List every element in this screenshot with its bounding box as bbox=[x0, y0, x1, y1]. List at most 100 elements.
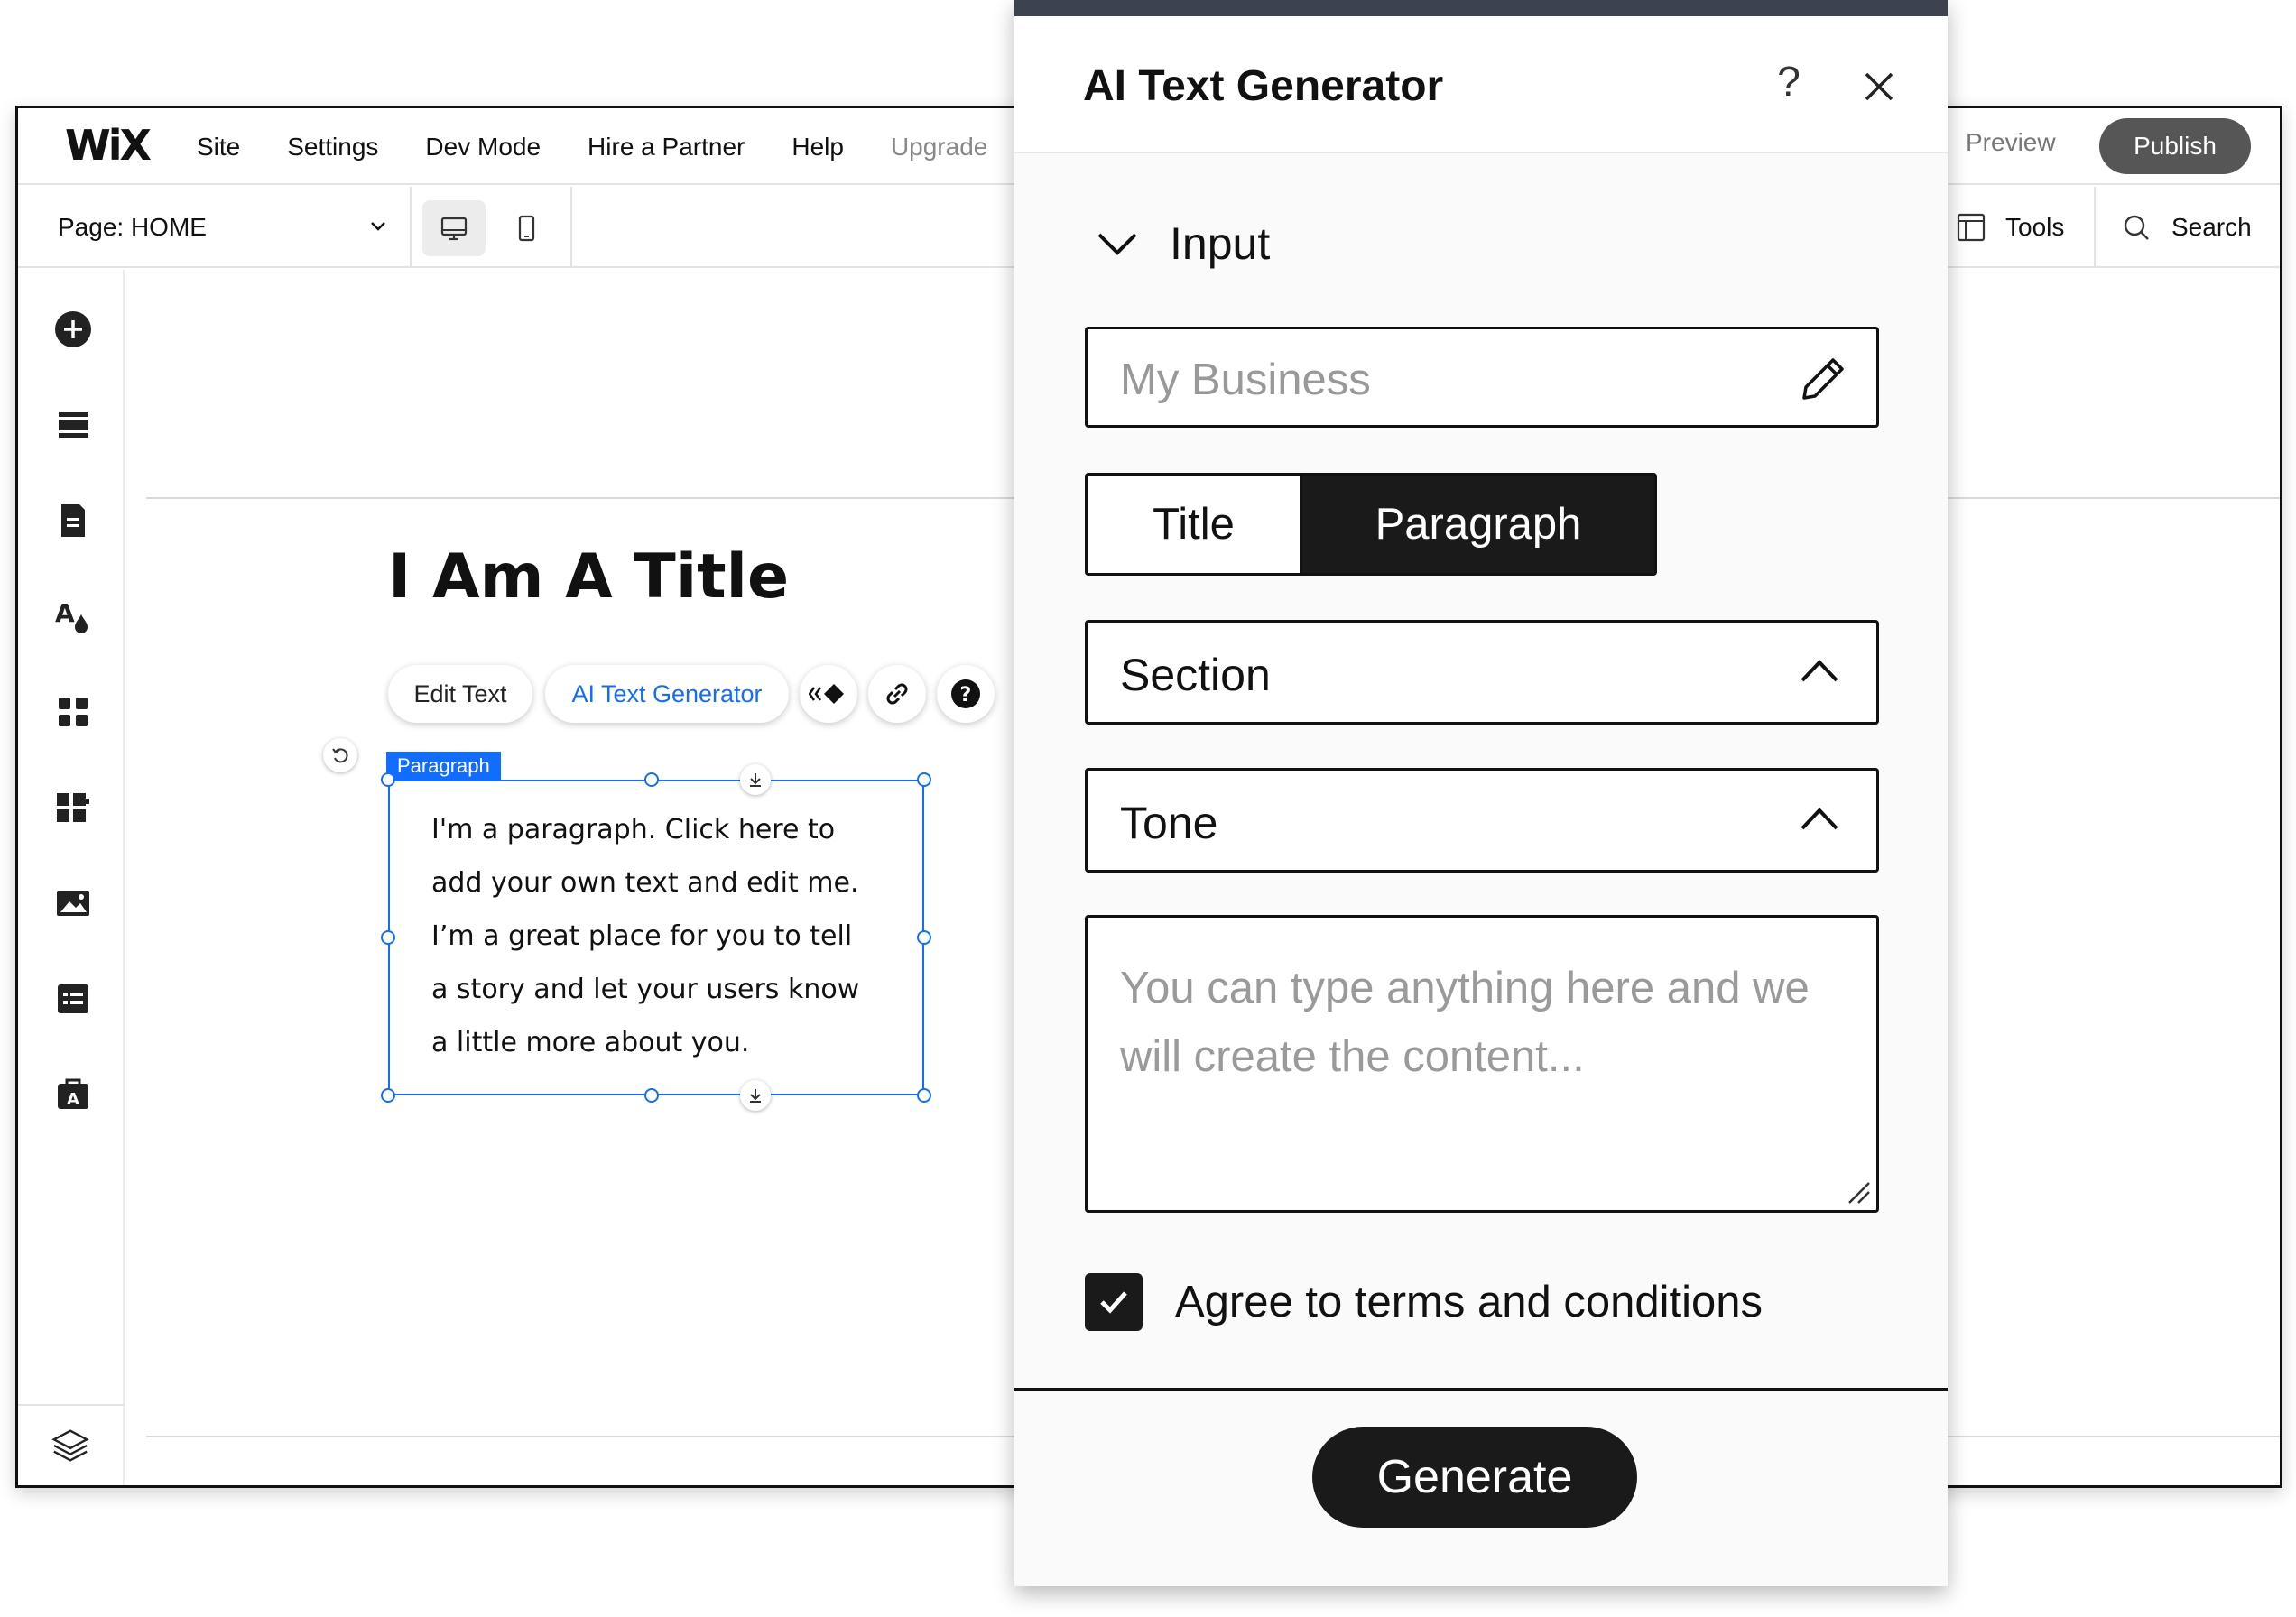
toolbar-divider bbox=[570, 187, 572, 268]
resize-handle[interactable] bbox=[644, 1088, 659, 1103]
tone-dropdown[interactable]: Tone bbox=[1085, 768, 1879, 873]
resize-handle[interactable] bbox=[381, 1088, 395, 1103]
business-name-placeholder: My Business bbox=[1120, 356, 1371, 404]
tone-dropdown-label: Tone bbox=[1120, 798, 1218, 848]
resize-handle[interactable] bbox=[644, 772, 659, 787]
type-option-title[interactable]: Title bbox=[1088, 476, 1302, 573]
chevron-up-icon bbox=[1801, 808, 1838, 830]
content-type-toggle: Title Paragraph bbox=[1085, 473, 1657, 576]
desktop-icon bbox=[440, 217, 468, 241]
menu-hire-a-partner[interactable]: Hire a Partner bbox=[588, 133, 745, 162]
mobile-view-button[interactable] bbox=[495, 200, 558, 256]
search-label: Search bbox=[2171, 213, 2252, 241]
chevron-up-icon bbox=[1801, 660, 1838, 682]
link-button[interactable] bbox=[868, 665, 926, 723]
toolbar-divider bbox=[2094, 187, 2096, 268]
animation-icon bbox=[809, 684, 844, 704]
tools-label: Tools bbox=[2005, 213, 2065, 241]
portfolio-icon[interactable]: A bbox=[53, 1075, 93, 1114]
rotate-icon bbox=[332, 748, 348, 763]
section-dropdown-label: Section bbox=[1120, 650, 1271, 700]
resize-handle[interactable] bbox=[917, 1088, 931, 1103]
page-name: HOME bbox=[130, 213, 207, 241]
stretch-handle-bottom[interactable] bbox=[740, 1080, 771, 1111]
menu-site[interactable]: Site bbox=[197, 133, 240, 162]
animation-button[interactable] bbox=[800, 665, 857, 723]
panel-title: AI Text Generator bbox=[1083, 62, 1444, 110]
toolbar-divider bbox=[410, 187, 412, 268]
page-selector[interactable]: Page: HOME bbox=[58, 187, 385, 268]
svg-text:?: ? bbox=[960, 684, 972, 707]
svg-text:A: A bbox=[67, 1090, 79, 1109]
layers-icon[interactable] bbox=[51, 1426, 90, 1465]
prompt-textarea[interactable]: You can type anything here and we will c… bbox=[1085, 915, 1879, 1213]
checkmark-icon bbox=[1100, 1291, 1127, 1314]
svg-text:A: A bbox=[55, 598, 75, 628]
edit-text-button[interactable]: Edit Text bbox=[388, 665, 532, 723]
download-arrow-icon bbox=[750, 1089, 761, 1103]
ai-text-generator-panel: AI Text Generator ? Input My Business Ti… bbox=[1014, 0, 1948, 1586]
left-sidebar: A A bbox=[18, 270, 125, 1485]
page-prefix: Page: bbox=[58, 213, 125, 241]
paragraph-line: a story and let your users know bbox=[431, 974, 860, 1005]
panel-header: AI Text Generator ? bbox=[1014, 16, 1948, 153]
top-menu: Site Settings Dev Mode Hire a Partner He… bbox=[197, 108, 987, 185]
resize-handle[interactable] bbox=[381, 930, 395, 945]
chevron-down-icon bbox=[1097, 233, 1137, 255]
terms-agreement[interactable]: Agree to terms and conditions bbox=[1085, 1272, 1763, 1332]
menu-help[interactable]: Help bbox=[792, 133, 844, 162]
mobile-icon bbox=[518, 215, 535, 242]
section-dropdown[interactable]: Section bbox=[1085, 620, 1879, 725]
close-icon[interactable] bbox=[1854, 61, 1904, 112]
resize-handle[interactable] bbox=[917, 772, 931, 787]
stretch-handle-top[interactable] bbox=[740, 764, 771, 795]
publish-button[interactable]: Publish bbox=[2099, 118, 2251, 174]
prompt-placeholder: You can type anything here and we will c… bbox=[1120, 964, 1810, 1081]
ai-text-generator-button[interactable]: AI Text Generator bbox=[545, 665, 789, 723]
help-icon: ? bbox=[951, 679, 980, 708]
input-section-label: Input bbox=[1170, 218, 1271, 269]
paragraph-line: I’m a great place for you to tell bbox=[431, 920, 853, 952]
type-option-paragraph[interactable]: Paragraph bbox=[1302, 476, 1654, 573]
download-arrow-icon bbox=[750, 773, 761, 787]
pages-icon[interactable] bbox=[53, 501, 93, 541]
cms-icon[interactable] bbox=[53, 979, 93, 1019]
terms-checkbox[interactable] bbox=[1085, 1273, 1143, 1331]
paragraph-text[interactable]: I'm a paragraph. Click here to add your … bbox=[431, 803, 901, 1069]
wix-logo[interactable]: WiX bbox=[65, 121, 152, 170]
desktop-view-button[interactable] bbox=[422, 200, 486, 256]
rotate-handle[interactable] bbox=[323, 738, 357, 772]
menu-dev-mode[interactable]: Dev Mode bbox=[425, 133, 541, 162]
question-mark-icon[interactable]: ? bbox=[1764, 56, 1814, 106]
help-button[interactable]: ? bbox=[937, 665, 995, 723]
sections-icon[interactable] bbox=[53, 405, 93, 445]
theme-icon[interactable]: A bbox=[53, 596, 93, 636]
resize-handle[interactable] bbox=[381, 772, 395, 787]
layers-area bbox=[18, 1404, 125, 1485]
add-icon[interactable] bbox=[53, 310, 93, 349]
menu-settings[interactable]: Settings bbox=[287, 133, 378, 162]
business-icon[interactable] bbox=[53, 788, 93, 827]
menu-upgrade[interactable]: Upgrade bbox=[891, 133, 987, 162]
panel-top-strip bbox=[1014, 0, 1948, 16]
search-button[interactable]: Search bbox=[2121, 187, 2252, 268]
selection-label: Paragraph bbox=[386, 752, 501, 781]
search-icon bbox=[2124, 215, 2149, 240]
paragraph-line: I'm a paragraph. Click here to bbox=[431, 814, 836, 845]
paragraph-line: a little more about you. bbox=[431, 1027, 750, 1058]
paragraph-line: add your own text and edit me. bbox=[431, 867, 859, 899]
terms-label: Agree to terms and conditions bbox=[1175, 1278, 1763, 1326]
input-section-toggle[interactable]: Input bbox=[1096, 217, 1270, 271]
pencil-icon[interactable] bbox=[1799, 353, 1849, 403]
apps-icon[interactable] bbox=[53, 692, 93, 732]
business-name-field[interactable]: My Business bbox=[1085, 327, 1879, 428]
media-icon[interactable] bbox=[53, 883, 93, 923]
site-title-text[interactable]: I Am A Title bbox=[388, 541, 789, 613]
panel-footer: Generate bbox=[1014, 1388, 1948, 1586]
tools-panel-icon bbox=[1957, 213, 1986, 242]
tools-button[interactable]: Tools bbox=[1955, 187, 2064, 268]
resize-grip-icon[interactable] bbox=[1842, 1176, 1873, 1206]
preview-button[interactable]: Preview bbox=[1966, 128, 2056, 157]
resize-handle[interactable] bbox=[917, 930, 931, 945]
generate-button[interactable]: Generate bbox=[1312, 1427, 1637, 1528]
